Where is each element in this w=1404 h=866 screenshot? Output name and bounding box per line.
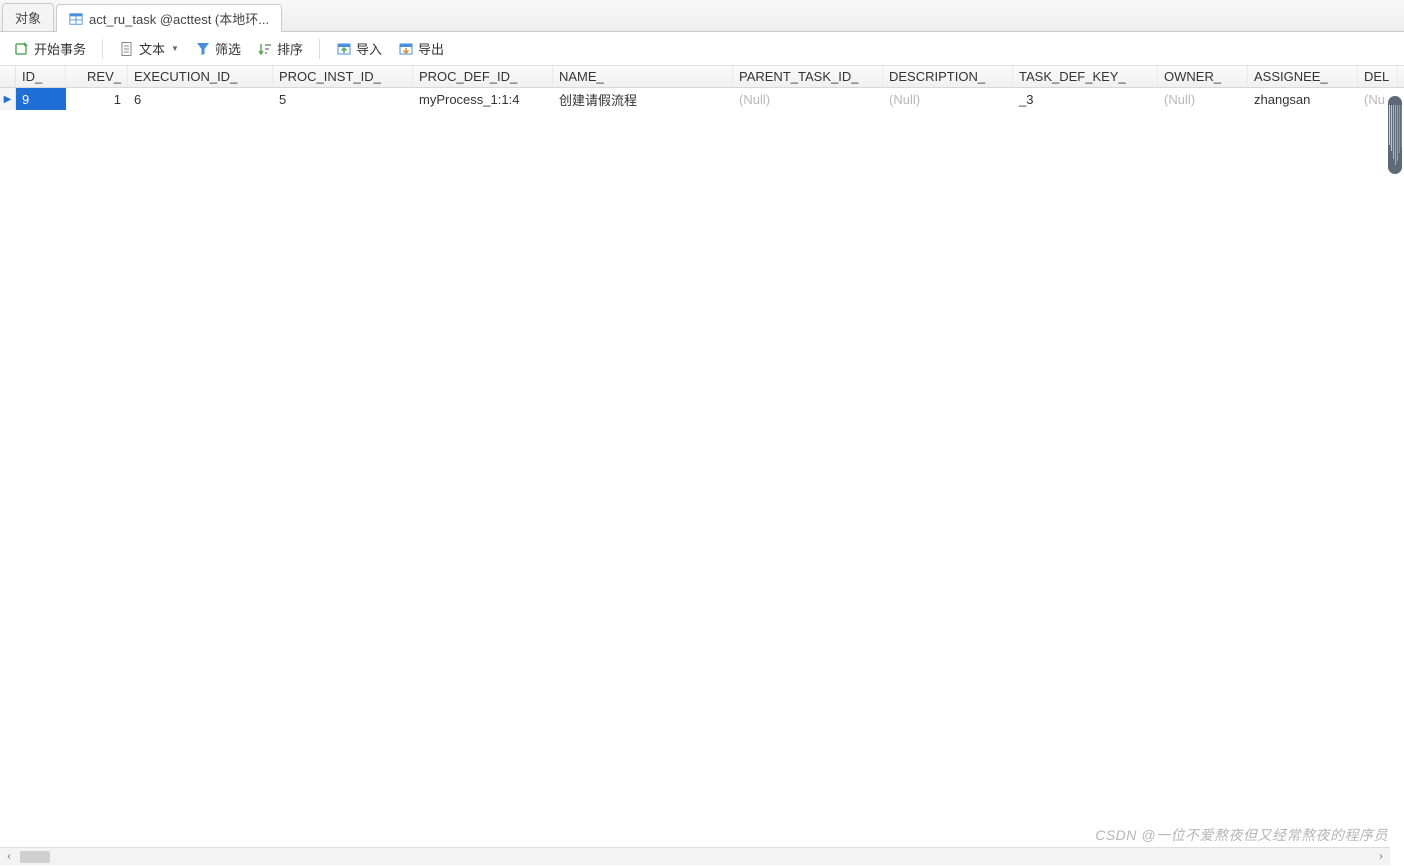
tab-active-label: act_ru_task @acttest (本地环... [89,9,269,28]
cell-proc-inst-id[interactable]: 5 [273,88,413,110]
column-header-task-def-key[interactable]: TASK_DEF_KEY_ [1013,66,1158,87]
column-header-rev[interactable]: REV_ [66,66,128,87]
column-header-id[interactable]: ID_ [16,66,66,87]
document-icon [119,41,135,57]
grid-header-row: ID_ REV_ EXECUTION_ID_ PROC_INST_ID_ PRO… [0,66,1404,88]
side-overview-indicator[interactable] [1388,96,1402,174]
text-label: 文本 [139,39,165,58]
cell-proc-def-id[interactable]: myProcess_1:1:4 [413,88,553,110]
cell-execution-id[interactable]: 6 [128,88,273,110]
sort-button[interactable]: 排序 [251,36,309,61]
cell-owner[interactable]: (Null) [1158,88,1248,110]
tab-active-table[interactable]: act_ru_task @acttest (本地环... [56,4,282,32]
text-button[interactable]: 文本 ▼ [113,36,185,61]
column-header-execution-id[interactable]: EXECUTION_ID_ [128,66,273,87]
sort-icon [257,41,273,57]
toolbar-separator [319,39,320,59]
row-gutter-header[interactable] [0,66,16,87]
indicator-bars-icon [1389,105,1402,165]
tab-objects[interactable]: 对象 [2,3,54,31]
column-header-description[interactable]: DESCRIPTION_ [883,66,1013,87]
begin-transaction-label: 开始事务 [34,39,86,58]
scroll-right-button[interactable]: › [1372,848,1390,866]
row-indicator-icon[interactable]: ▶ [0,88,16,110]
column-header-name[interactable]: NAME_ [553,66,733,87]
toolbar-separator [102,39,103,59]
scrollbar-thumb[interactable] [20,851,50,863]
cell-rev[interactable]: 1 [66,88,128,110]
toolbar: 开始事务 文本 ▼ 筛选 排序 导入 [0,32,1404,66]
cell-parent-task-id[interactable]: (Null) [733,88,883,110]
transaction-icon [14,41,30,57]
data-grid: ID_ REV_ EXECUTION_ID_ PROC_INST_ID_ PRO… [0,66,1404,847]
chevron-down-icon: ▼ [171,44,179,53]
cell-description[interactable]: (Null) [883,88,1013,110]
import-button[interactable]: 导入 [330,36,388,61]
horizontal-scrollbar[interactable]: ‹ › [0,847,1390,865]
cell-assignee[interactable]: zhangsan [1248,88,1358,110]
column-header-proc-def-id[interactable]: PROC_DEF_ID_ [413,66,553,87]
cell-id[interactable]: 9 [16,88,66,110]
filter-label: 筛选 [215,39,241,58]
column-header-del[interactable]: DEL [1358,66,1398,87]
tab-bar: 对象 act_ru_task @acttest (本地环... [0,0,1404,32]
column-header-parent-task-id[interactable]: PARENT_TASK_ID_ [733,66,883,87]
filter-button[interactable]: 筛选 [189,36,247,61]
import-icon [336,41,352,57]
export-button[interactable]: 导出 [392,36,450,61]
begin-transaction-button[interactable]: 开始事务 [8,36,92,61]
funnel-icon [195,41,211,57]
export-label: 导出 [418,39,444,58]
cell-name[interactable]: 创建请假流程 [553,88,733,110]
table-row[interactable]: ▶ 9 1 6 5 myProcess_1:1:4 创建请假流程 (Null) … [0,88,1404,110]
export-icon [398,41,414,57]
sort-label: 排序 [277,39,303,58]
tab-objects-label: 对象 [15,8,41,27]
table-icon [69,12,83,26]
column-header-owner[interactable]: OWNER_ [1158,66,1248,87]
column-header-assignee[interactable]: ASSIGNEE_ [1248,66,1358,87]
import-label: 导入 [356,39,382,58]
cell-task-def-key[interactable]: _3 [1013,88,1158,110]
column-header-proc-inst-id[interactable]: PROC_INST_ID_ [273,66,413,87]
scroll-left-button[interactable]: ‹ [0,848,18,866]
